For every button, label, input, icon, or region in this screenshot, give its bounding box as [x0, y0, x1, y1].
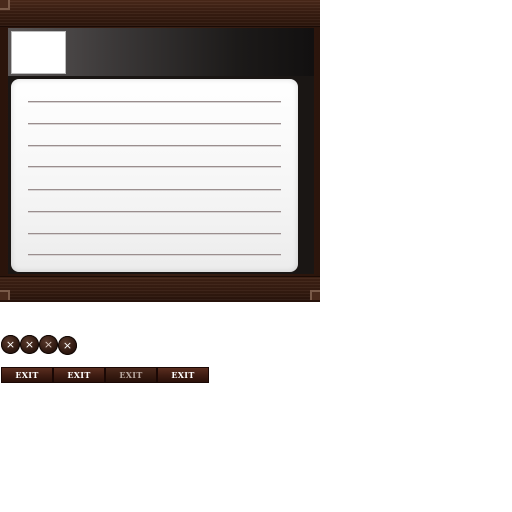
- exit-button-label: EXIT: [67, 370, 91, 380]
- note-line: [28, 166, 281, 168]
- exit-button-disabled[interactable]: EXIT: [105, 367, 157, 383]
- close-icon: ×: [5, 338, 16, 351]
- close-button-normal[interactable]: ×: [1, 335, 20, 354]
- frame-corner-bottom-right: [310, 290, 320, 300]
- ui-sprite-sheet: × × × × EXIT EXIT EXIT EXIT: [0, 0, 512, 512]
- portrait-slot: [11, 31, 66, 74]
- exit-button-normal[interactable]: EXIT: [1, 367, 53, 383]
- lined-note-panel[interactable]: [11, 79, 298, 272]
- close-button-hover[interactable]: ×: [20, 335, 39, 354]
- close-button-pressed[interactable]: ×: [39, 335, 58, 354]
- frame-corner-top-left: [0, 0, 10, 10]
- frame-corner-bottom-left: [0, 290, 10, 300]
- exit-button-pressed[interactable]: EXIT: [157, 367, 209, 383]
- note-line: [28, 233, 281, 235]
- exit-button-label: EXIT: [171, 370, 195, 380]
- exit-button-label: EXIT: [15, 370, 39, 380]
- note-line: [28, 211, 281, 213]
- close-icon: ×: [24, 338, 35, 351]
- frame-top-rail: [0, 0, 320, 27]
- exit-button-label: EXIT: [119, 370, 143, 380]
- note-line: [28, 254, 281, 256]
- note-line: [28, 101, 281, 103]
- close-icon: ×: [43, 338, 54, 351]
- close-button-disabled[interactable]: ×: [58, 336, 77, 355]
- frame-bottom-rail: [0, 276, 320, 302]
- note-line: [28, 189, 281, 191]
- close-icon: ×: [62, 339, 73, 352]
- exit-button-hover[interactable]: EXIT: [53, 367, 105, 383]
- dialog-frame: [0, 0, 320, 302]
- note-line: [28, 123, 281, 125]
- note-line: [28, 145, 281, 147]
